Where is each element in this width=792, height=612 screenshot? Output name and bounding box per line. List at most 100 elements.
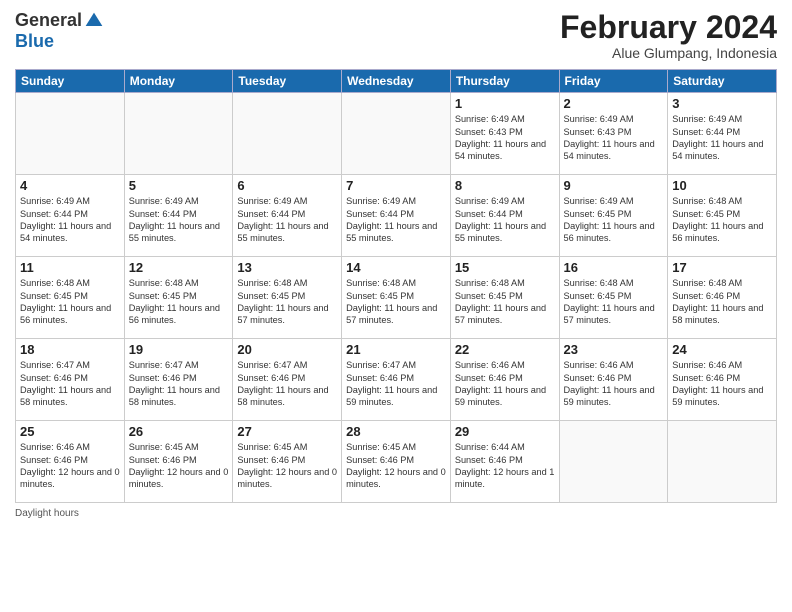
- day-info: Sunrise: 6:46 AMSunset: 6:46 PMDaylight:…: [672, 359, 772, 409]
- calendar-cell: 17 Sunrise: 6:48 AMSunset: 6:46 PMDayligh…: [668, 257, 777, 339]
- calendar-header-row: SundayMondayTuesdayWednesdayThursdayFrid…: [16, 70, 777, 93]
- day-number: 26: [129, 424, 229, 439]
- calendar-cell: 10 Sunrise: 6:48 AMSunset: 6:45 PMDayligh…: [668, 175, 777, 257]
- day-number: 13: [237, 260, 337, 275]
- day-header-sunday: Sunday: [16, 70, 125, 93]
- day-number: 3: [672, 96, 772, 111]
- day-info: Sunrise: 6:46 AMSunset: 6:46 PMDaylight:…: [564, 359, 664, 409]
- calendar-cell: [559, 421, 668, 503]
- day-info: Sunrise: 6:46 AMSunset: 6:46 PMDaylight:…: [455, 359, 555, 409]
- day-number: 27: [237, 424, 337, 439]
- calendar-week-row: 18 Sunrise: 6:47 AMSunset: 6:46 PMDayligh…: [16, 339, 777, 421]
- calendar-cell: 29 Sunrise: 6:44 AMSunset: 6:46 PMDayligh…: [450, 421, 559, 503]
- calendar-cell: 18 Sunrise: 6:47 AMSunset: 6:46 PMDayligh…: [16, 339, 125, 421]
- day-number: 11: [20, 260, 120, 275]
- day-number: 15: [455, 260, 555, 275]
- day-number: 23: [564, 342, 664, 357]
- day-number: 21: [346, 342, 446, 357]
- calendar-cell: [342, 93, 451, 175]
- day-info: Sunrise: 6:49 AMSunset: 6:44 PMDaylight:…: [20, 195, 120, 245]
- calendar-cell: 15Sunrise: 6:48 AMSunset: 6:45 PMDayligh…: [450, 257, 559, 339]
- day-number: 25: [20, 424, 120, 439]
- calendar-cell: 27 Sunrise: 6:45 AMSunset: 6:46 PMDayligh…: [233, 421, 342, 503]
- day-header-monday: Monday: [124, 70, 233, 93]
- calendar-cell: 9 Sunrise: 6:49 AMSunset: 6:45 PMDaylight…: [559, 175, 668, 257]
- day-number: 5: [129, 178, 229, 193]
- logo: General Blue: [15, 10, 104, 52]
- day-info: Sunrise: 6:49 AMSunset: 6:44 PMDaylight:…: [346, 195, 446, 245]
- day-info: Sunrise: 6:49 AMSunset: 6:44 PMDaylight:…: [129, 195, 229, 245]
- day-header-thursday: Thursday: [450, 70, 559, 93]
- day-number: 4: [20, 178, 120, 193]
- day-info: Sunrise: 6:49 AMSunset: 6:43 PMDaylight:…: [455, 113, 555, 163]
- day-number: 6: [237, 178, 337, 193]
- calendar-cell: 28Sunrise: 6:45 AMSunset: 6:46 PMDayligh…: [342, 421, 451, 503]
- footer-note: Daylight hours: [15, 508, 777, 519]
- calendar-cell: 19Sunrise: 6:47 AMSunset: 6:46 PMDayligh…: [124, 339, 233, 421]
- day-header-wednesday: Wednesday: [342, 70, 451, 93]
- day-info: Sunrise: 6:47 AMSunset: 6:46 PMDaylight:…: [129, 359, 229, 409]
- day-info: Sunrise: 6:47 AMSunset: 6:46 PMDaylight:…: [20, 359, 120, 409]
- calendar-cell: 12 Sunrise: 6:48 AMSunset: 6:45 PMDayligh…: [124, 257, 233, 339]
- calendar-week-row: 11 Sunrise: 6:48 AMSunset: 6:45 PMDayligh…: [16, 257, 777, 339]
- day-number: 17: [672, 260, 772, 275]
- day-number: 2: [564, 96, 664, 111]
- calendar-cell: 5 Sunrise: 6:49 AMSunset: 6:44 PMDaylight…: [124, 175, 233, 257]
- calendar-cell: 3 Sunrise: 6:49 AMSunset: 6:44 PMDaylight…: [668, 93, 777, 175]
- day-number: 24: [672, 342, 772, 357]
- page-subtitle: Alue Glumpang, Indonesia: [560, 45, 777, 61]
- calendar-cell: 4 Sunrise: 6:49 AMSunset: 6:44 PMDaylight…: [16, 175, 125, 257]
- day-number: 10: [672, 178, 772, 193]
- day-number: 18: [20, 342, 120, 357]
- day-info: Sunrise: 6:46 AMSunset: 6:46 PMDaylight:…: [20, 441, 120, 491]
- day-info: Sunrise: 6:48 AMSunset: 6:45 PMDaylight:…: [564, 277, 664, 327]
- calendar-cell: 2 Sunrise: 6:49 AMSunset: 6:43 PMDaylight…: [559, 93, 668, 175]
- day-info: Sunrise: 6:45 AMSunset: 6:46 PMDaylight:…: [129, 441, 229, 491]
- calendar-cell: 6Sunrise: 6:49 AMSunset: 6:44 PMDaylight…: [233, 175, 342, 257]
- calendar-cell: [233, 93, 342, 175]
- day-number: 1: [455, 96, 555, 111]
- calendar-cell: 22 Sunrise: 6:46 AMSunset: 6:46 PMDayligh…: [450, 339, 559, 421]
- calendar-week-row: 4 Sunrise: 6:49 AMSunset: 6:44 PMDaylight…: [16, 175, 777, 257]
- day-number: 29: [455, 424, 555, 439]
- day-info: Sunrise: 6:48 AMSunset: 6:45 PMDaylight:…: [672, 195, 772, 245]
- day-info: Sunrise: 6:49 AMSunset: 6:44 PMDaylight:…: [672, 113, 772, 163]
- day-info: Sunrise: 6:48 AMSunset: 6:46 PMDaylight:…: [672, 277, 772, 327]
- day-info: Sunrise: 6:47 AMSunset: 6:46 PMDaylight:…: [346, 359, 446, 409]
- day-info: Sunrise: 6:45 AMSunset: 6:46 PMDaylight:…: [237, 441, 337, 491]
- calendar-cell: 25 Sunrise: 6:46 AMSunset: 6:46 PMDayligh…: [16, 421, 125, 503]
- day-info: Sunrise: 6:48 AMSunset: 6:45 PMDaylight:…: [346, 277, 446, 327]
- day-number: 28: [346, 424, 446, 439]
- calendar-cell: 16Sunrise: 6:48 AMSunset: 6:45 PMDayligh…: [559, 257, 668, 339]
- logo-blue-text: Blue: [15, 31, 54, 52]
- calendar-cell: 13 Sunrise: 6:48 AMSunset: 6:45 PMDayligh…: [233, 257, 342, 339]
- day-info: Sunrise: 6:49 AMSunset: 6:43 PMDaylight:…: [564, 113, 664, 163]
- logo-general-text: General: [15, 10, 82, 31]
- calendar-cell: 7Sunrise: 6:49 AMSunset: 6:44 PMDaylight…: [342, 175, 451, 257]
- day-info: Sunrise: 6:48 AMSunset: 6:45 PMDaylight:…: [129, 277, 229, 327]
- day-header-saturday: Saturday: [668, 70, 777, 93]
- day-info: Sunrise: 6:49 AMSunset: 6:45 PMDaylight:…: [564, 195, 664, 245]
- day-number: 20: [237, 342, 337, 357]
- day-number: 14: [346, 260, 446, 275]
- day-info: Sunrise: 6:44 AMSunset: 6:46 PMDaylight:…: [455, 441, 555, 491]
- day-number: 9: [564, 178, 664, 193]
- calendar-cell: [668, 421, 777, 503]
- calendar-week-row: 1 Sunrise: 6:49 AMSunset: 6:43 PMDaylight…: [16, 93, 777, 175]
- calendar-cell: 11Sunrise: 6:48 AMSunset: 6:45 PMDayligh…: [16, 257, 125, 339]
- calendar-cell: 8 Sunrise: 6:49 AMSunset: 6:44 PMDaylight…: [450, 175, 559, 257]
- page: General Blue February 2024 Alue Glumpang…: [0, 0, 792, 612]
- day-header-tuesday: Tuesday: [233, 70, 342, 93]
- calendar-cell: 14 Sunrise: 6:48 AMSunset: 6:45 PMDayligh…: [342, 257, 451, 339]
- day-number: 12: [129, 260, 229, 275]
- title-block: February 2024 Alue Glumpang, Indonesia: [560, 10, 777, 61]
- day-info: Sunrise: 6:48 AMSunset: 6:45 PMDaylight:…: [237, 277, 337, 327]
- day-number: 8: [455, 178, 555, 193]
- day-header-friday: Friday: [559, 70, 668, 93]
- calendar-table: SundayMondayTuesdayWednesdayThursdayFrid…: [15, 69, 777, 503]
- page-title: February 2024: [560, 10, 777, 45]
- day-number: 22: [455, 342, 555, 357]
- day-info: Sunrise: 6:49 AMSunset: 6:44 PMDaylight:…: [455, 195, 555, 245]
- calendar-cell: [124, 93, 233, 175]
- calendar-cell: [16, 93, 125, 175]
